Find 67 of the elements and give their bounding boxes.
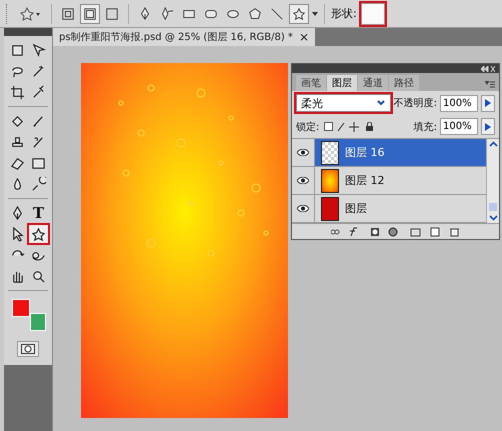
star-shape-icon: [19, 6, 41, 22]
wand-icon: [31, 64, 46, 78]
chevron-down-icon[interactable]: [488, 215, 498, 221]
blend-mode-dropdown[interactable]: 柔光: [296, 94, 391, 112]
opacity-label: 不透明度:: [394, 96, 437, 110]
layer-row[interactable]: 图层: [292, 195, 486, 223]
quick-mask-button[interactable]: [17, 341, 39, 357]
eye-icon[interactable]: [297, 177, 309, 184]
mask-icon: [21, 344, 35, 354]
eye-icon[interactable]: [297, 149, 309, 156]
arrow-button[interactable]: [481, 94, 495, 112]
scroll-thumb[interactable]: [489, 203, 497, 211]
caret-icon[interactable]: [312, 12, 318, 16]
layer-name: 图层 16: [345, 145, 384, 160]
shape-layers-icon: [61, 6, 75, 20]
lock-icons-drawing[interactable]: [324, 122, 374, 132]
move-icon: [31, 42, 46, 58]
panel-tab[interactable]: 图层: [327, 75, 357, 91]
shape-picker[interactable]: [360, 2, 385, 24]
polygon-icon: [248, 6, 262, 20]
type-tool[interactable]: T: [29, 204, 48, 222]
layer-row[interactable]: 图层 16: [292, 139, 486, 167]
line-icon: [270, 6, 284, 20]
crop-icon: [10, 84, 25, 100]
scrollbar[interactable]: [486, 139, 499, 223]
lock-label: 锁定:: [296, 120, 320, 134]
mode-button[interactable]: [80, 4, 100, 24]
eyedropper-icon: [31, 84, 46, 100]
play-arrow-icon: [485, 122, 491, 130]
path-select-icon: [10, 226, 25, 242]
stamp-icon: [10, 134, 25, 150]
menu-icon[interactable]: [485, 81, 495, 88]
zoom-icon: [31, 268, 46, 284]
paths-icon: [83, 6, 97, 20]
panel-tab[interactable]: 路径: [389, 75, 419, 91]
dodge-icon: [31, 176, 46, 192]
fill-label: 填充:: [414, 120, 437, 134]
freeform-pen-icon: [160, 6, 174, 20]
play-arrow-icon: [485, 99, 491, 107]
document-tab[interactable]: ps制作重阳节海报.psd @ 25% (图层 16, RGB/8) * ×: [53, 28, 315, 46]
color-swatch[interactable]: [12, 299, 30, 317]
pen-icon: [10, 206, 25, 220]
layer-name: 图层 12: [345, 173, 384, 188]
panel-tab[interactable]: 画笔: [296, 75, 326, 91]
fill-field[interactable]: 100%: [440, 118, 478, 135]
color-swatch[interactable]: [30, 313, 46, 331]
eye-icon[interactable]: [297, 205, 309, 212]
layer-row[interactable]: 图层 12: [292, 167, 486, 195]
shape-label: 形状:: [331, 6, 357, 21]
fill-pixels-icon: [105, 6, 119, 20]
custom-shape-icon: [292, 6, 306, 20]
tool-button[interactable]: [29, 225, 48, 243]
chevron-up-icon[interactable]: [488, 141, 498, 147]
custom-shape-icon: [31, 226, 46, 242]
panel-actions-drawing[interactable]: [330, 226, 460, 236]
arrow-button[interactable]: [481, 118, 495, 135]
shape-tool-button[interactable]: [289, 4, 309, 24]
panel-tab[interactable]: 通道: [358, 75, 388, 91]
pen-icon: [138, 6, 152, 20]
tool-button[interactable]: [8, 83, 27, 101]
collapse-icon[interactable]: [481, 66, 495, 72]
close-icon[interactable]: ×: [298, 30, 309, 44]
marquee-icon: [10, 42, 25, 58]
chevron-down-icon: [376, 98, 386, 108]
layer-name: 图层: [345, 201, 367, 216]
opacity-field[interactable]: 100%: [440, 94, 478, 112]
eraser-icon: [10, 156, 25, 170]
